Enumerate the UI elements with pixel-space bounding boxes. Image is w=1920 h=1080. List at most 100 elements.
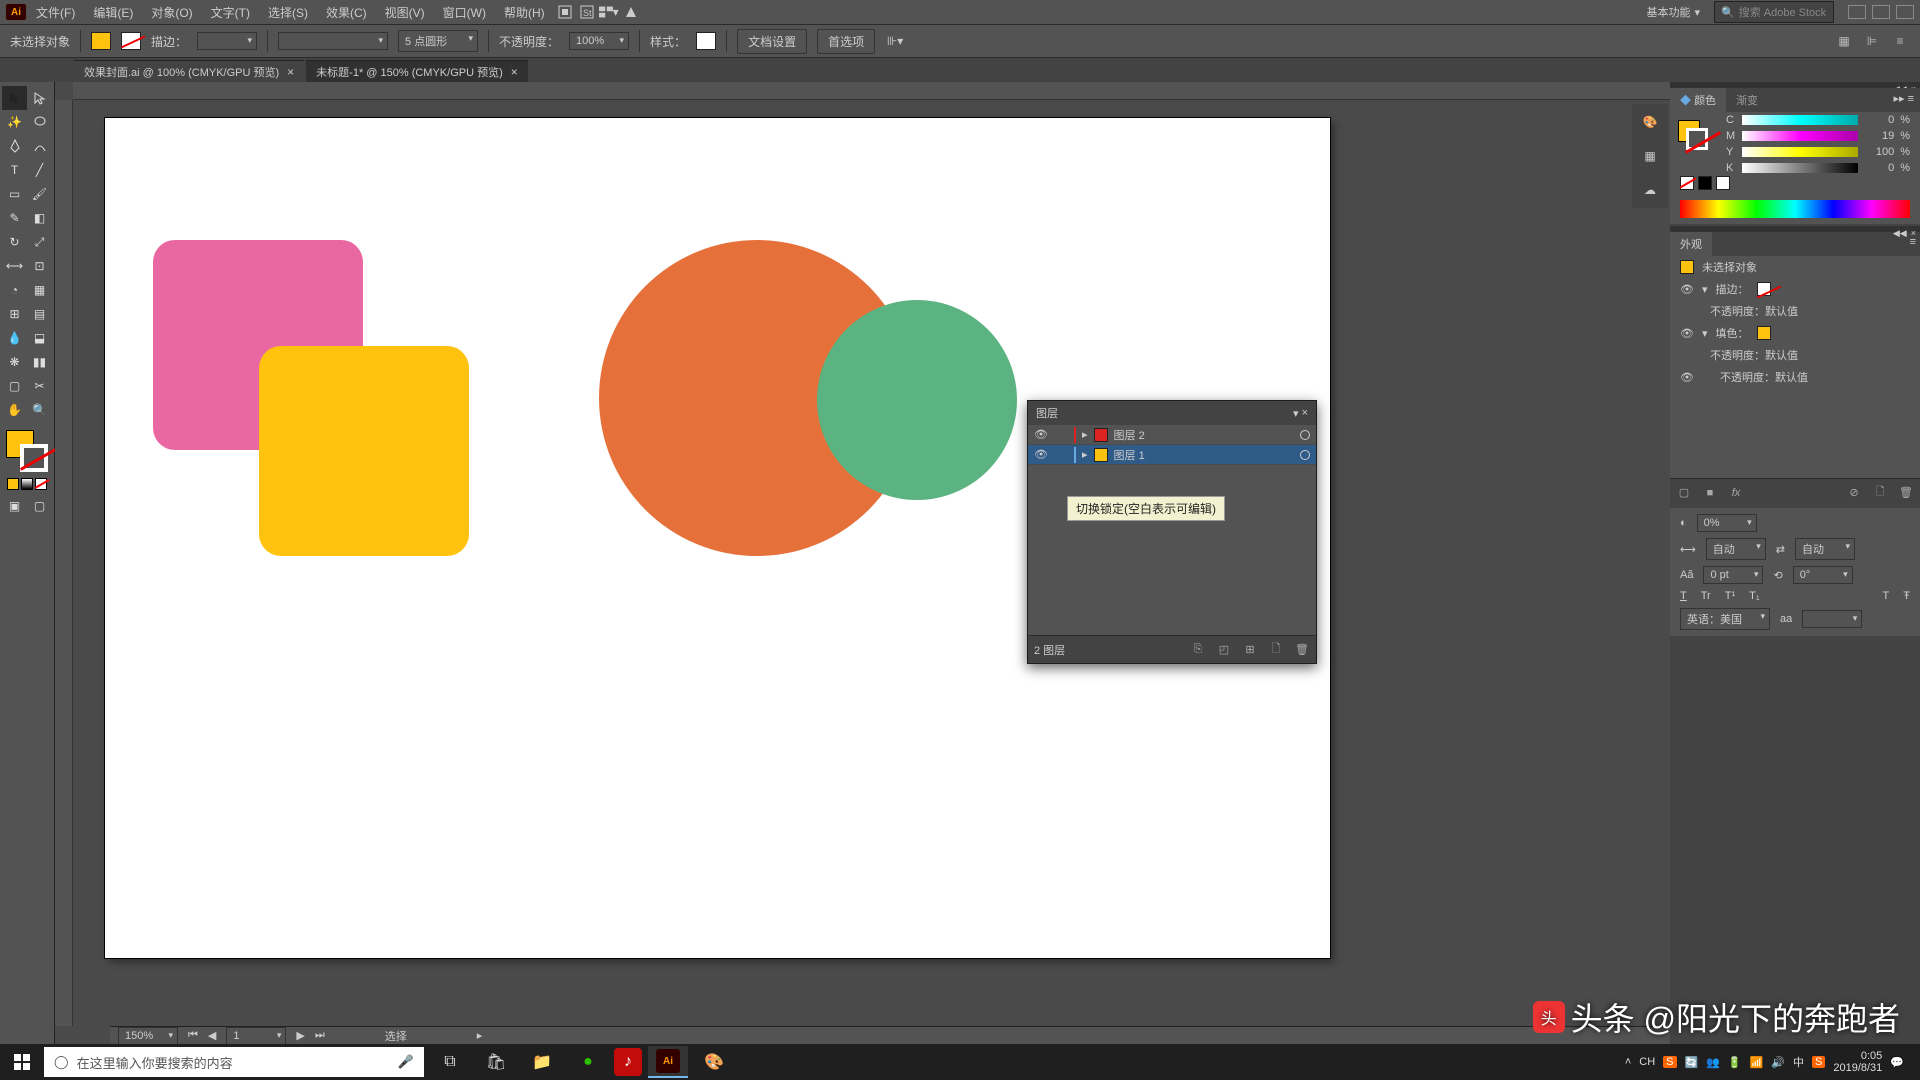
new-stroke-icon[interactable]: ▢ — [1676, 486, 1692, 499]
nav-prev-icon[interactable]: ◀ — [208, 1029, 216, 1042]
magic-wand-tool[interactable]: ✨ — [2, 110, 27, 134]
graph-tool[interactable]: ▮▮ — [27, 350, 52, 374]
color-tab[interactable]: ◆ 颜色 — [1670, 88, 1726, 112]
workspace-switcher[interactable]: 基本功能 ▾ — [1638, 2, 1708, 22]
ime-indicator[interactable]: CH — [1639, 1056, 1655, 1068]
m-slider[interactable] — [1742, 131, 1858, 141]
tray-up-icon[interactable]: ˄ — [1625, 1056, 1631, 1068]
antialias-dropdown[interactable] — [1802, 610, 1862, 628]
artboard-nav-dropdown[interactable]: 1 — [226, 1027, 286, 1045]
delete-layer-icon[interactable]: 🗑 — [1294, 643, 1310, 656]
fill-swatch[interactable] — [91, 32, 111, 50]
menu-object[interactable]: 对象(O) — [143, 1, 200, 24]
shape-builder-tool[interactable]: ◔ — [2, 278, 27, 302]
opacity-dropdown[interactable]: 100% — [569, 32, 629, 50]
brush-profile-dropdown[interactable] — [278, 32, 388, 50]
color-mode-buttons[interactable] — [2, 478, 52, 490]
underline-icon[interactable]: T — [1680, 590, 1687, 602]
artboard-tool[interactable]: ▢ — [2, 374, 27, 398]
gpu-icon[interactable] — [621, 2, 641, 22]
start-button[interactable] — [6, 1046, 38, 1078]
superscript-icon[interactable]: T¹ — [1725, 590, 1735, 602]
mic-icon[interactable]: 🎤 — [398, 1054, 414, 1070]
tray-wifi-icon[interactable]: 📶 — [1750, 1056, 1764, 1069]
duplicate-icon[interactable]: 🗋 — [1872, 483, 1888, 502]
nav-last-icon[interactable]: ⏭ — [315, 1029, 325, 1042]
opt-menu-icon[interactable]: ≡ — [1890, 33, 1910, 49]
opt-snap-icon[interactable]: ⊫ — [1862, 33, 1882, 49]
rotate-tool[interactable]: ↻ — [2, 230, 27, 254]
direct-selection-tool[interactable] — [27, 86, 52, 110]
libraries-icon[interactable]: ☁ — [1636, 176, 1664, 204]
type-tool[interactable]: T — [2, 158, 27, 182]
ruler-vertical[interactable] — [55, 100, 73, 1026]
close-tab-icon[interactable]: × — [287, 65, 294, 79]
layer-row[interactable]: 👁 ▸ 图层 1 — [1028, 445, 1316, 465]
stroke-value-swatch[interactable] — [1757, 282, 1771, 296]
tracking-dropdown[interactable]: 自动 — [1795, 538, 1855, 560]
illustrator-task-icon[interactable]: Ai — [648, 1046, 688, 1078]
clip-mask-icon[interactable]: ◰ — [1216, 643, 1232, 656]
opacity-mini-dropdown[interactable]: 0% — [1697, 514, 1757, 532]
tray-ime2-icon[interactable]: 中 — [1793, 1054, 1804, 1070]
gradient-tab[interactable]: 渐变 — [1726, 88, 1768, 112]
layer-row[interactable]: 👁 ▸ 图层 2 — [1028, 425, 1316, 445]
tray-sync-icon[interactable]: 🔄 — [1685, 1056, 1699, 1069]
taskbar-search[interactable]: ◯ 在这里输入你要搜索的内容 🎤 — [44, 1047, 424, 1077]
wechat-icon[interactable]: ● — [568, 1046, 608, 1078]
disclosure-icon[interactable]: ▸ — [1082, 448, 1088, 461]
line-tool[interactable]: ╱ — [27, 158, 52, 182]
panel-close-icon[interactable]: × — [1302, 407, 1308, 419]
menu-effect[interactable]: 效果(C) — [318, 1, 375, 24]
hand-tool[interactable]: ✋ — [2, 398, 27, 422]
symbol-tool[interactable]: ❋ — [2, 350, 27, 374]
tray-date[interactable]: 2019/8/31 — [1833, 1062, 1882, 1074]
target-icon[interactable] — [1300, 450, 1310, 460]
explorer-icon[interactable]: 📁 — [522, 1046, 562, 1078]
allcaps-icon[interactable]: T — [1883, 590, 1890, 602]
layer-name[interactable]: 图层 2 — [1114, 427, 1145, 443]
store-icon[interactable]: 🛍 — [476, 1046, 516, 1078]
stroke-weight-dropdown[interactable] — [197, 32, 257, 50]
screen-mode-full[interactable]: ▢ — [27, 494, 52, 518]
language-dropdown[interactable]: 英语：美国 — [1680, 608, 1770, 630]
eraser-tool[interactable]: ◧ — [27, 206, 52, 230]
dock-collapse-icon[interactable]: ◀◀ — [1893, 84, 1907, 86]
zoom-tool[interactable]: 🔍 — [27, 398, 52, 422]
tray-battery-icon[interactable]: 🔋 — [1728, 1056, 1742, 1069]
doc-setup-button[interactable]: 文档设置 — [737, 29, 807, 54]
tray-time[interactable]: 0:05 — [1833, 1050, 1882, 1062]
task-view-icon[interactable]: ⧉ — [430, 1046, 470, 1078]
perspective-tool[interactable]: ▦ — [27, 278, 52, 302]
menu-view[interactable]: 视图(V) — [377, 1, 433, 24]
layer-name[interactable]: 图层 1 — [1114, 447, 1145, 463]
close-button[interactable] — [1896, 5, 1914, 19]
visibility-icon[interactable]: 👁 — [1034, 428, 1048, 441]
free-transform-tool[interactable]: ⊡ — [27, 254, 52, 278]
brush-tool[interactable]: 🖌 — [27, 182, 52, 206]
eyedropper-tool[interactable]: 💧 — [2, 326, 27, 350]
visibility-icon[interactable]: 👁 — [1680, 327, 1694, 340]
mesh-tool[interactable]: ⊞ — [2, 302, 27, 326]
new-layer-icon[interactable]: 🗋 — [1268, 640, 1284, 659]
smallcaps-icon[interactable]: Ŧ — [1903, 590, 1910, 602]
c-slider[interactable] — [1742, 115, 1858, 125]
menu-file[interactable]: 文件(F) — [28, 1, 83, 24]
arrange-docs-icon[interactable]: ▾ — [599, 2, 619, 22]
nav-first-icon[interactable]: ⏮ — [188, 1029, 198, 1042]
subscript-icon[interactable]: T₁ — [1749, 590, 1759, 602]
tray-sogou2-icon[interactable]: S — [1812, 1056, 1825, 1068]
color-guide-icon[interactable]: 🎨 — [1636, 108, 1664, 136]
panel-menu-icon[interactable]: ▸▸ ≡ — [1887, 88, 1920, 112]
visibility-icon[interactable]: 👁 — [1680, 371, 1694, 384]
spectrum-bar[interactable] — [1680, 200, 1910, 218]
width-tool[interactable]: ⟷ — [2, 254, 27, 278]
brush-definition-dropdown[interactable]: 5 点圆形 — [398, 30, 478, 52]
fill-stroke-control[interactable] — [4, 428, 50, 474]
menu-type[interactable]: 文字(T) — [203, 1, 258, 24]
appearance-tab[interactable]: 外观 — [1670, 232, 1712, 256]
panel-collapse-icon[interactable]: ▾ — [1293, 407, 1299, 420]
strikethrough-icon[interactable]: Tr — [1701, 590, 1711, 602]
swatches-icon[interactable]: ▦ — [1636, 142, 1664, 170]
target-icon[interactable] — [1300, 430, 1310, 440]
